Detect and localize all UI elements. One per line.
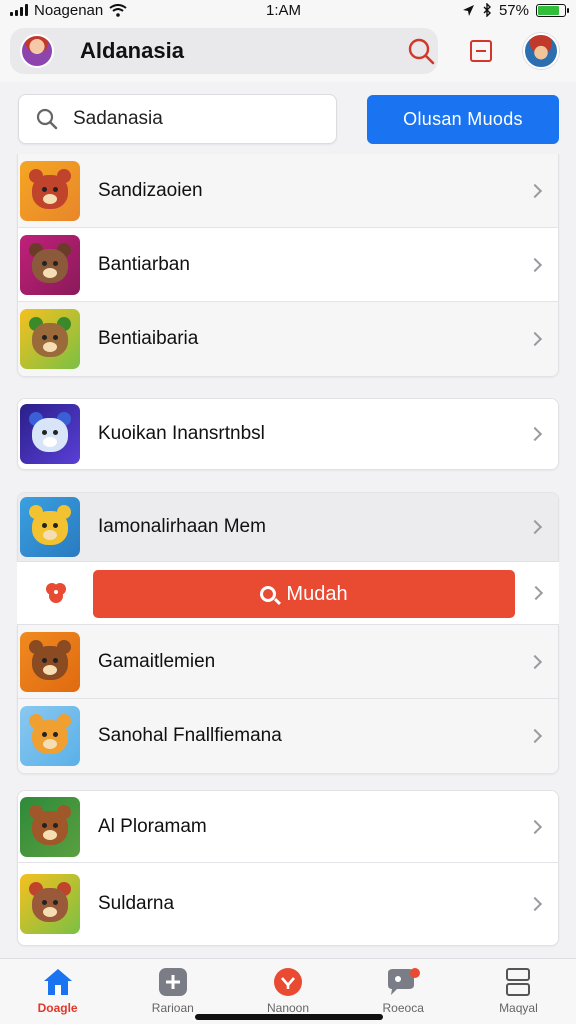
item-thumbnail	[20, 404, 80, 464]
item-thumbnail	[20, 874, 80, 934]
page-title: Aldanasia	[80, 38, 184, 63]
tab-label: Roeoca	[382, 1001, 424, 1015]
list-group-3: Iamonalirhaan Mem	[17, 492, 559, 562]
item-thumbnail	[20, 497, 80, 557]
search-field[interactable]	[18, 94, 337, 144]
app-avatar[interactable]	[20, 34, 54, 68]
item-label: Suldarna	[98, 893, 175, 914]
list-group-5: Al Ploramam Suldarna	[17, 790, 559, 946]
chevron-right-icon	[527, 819, 543, 834]
item-label: Bentiaibaria	[98, 328, 199, 349]
list-item[interactable]: Gamaitlemien	[18, 625, 558, 699]
menu-icon	[506, 968, 531, 996]
profile-avatar[interactable]	[523, 33, 559, 69]
bluetooth-icon	[483, 3, 491, 17]
list-item[interactable]: Bantiarban	[18, 228, 558, 302]
featured-row: Mudah	[17, 562, 559, 624]
item-label: Sandizaoien	[98, 179, 203, 201]
search-icon	[260, 586, 277, 602]
item-thumbnail	[20, 309, 80, 369]
item-label: Iamonalirhaan Mem	[98, 516, 266, 537]
plus-icon	[158, 968, 187, 996]
yum-icon	[274, 968, 302, 996]
tab-home[interactable]: Doagle	[0, 959, 115, 1024]
chevron-right-icon	[527, 183, 543, 198]
item-label: Al Ploramam	[98, 815, 207, 837]
item-thumbnail	[20, 160, 80, 221]
list-item[interactable]: Bentiaibaria	[18, 302, 558, 376]
tab-label: Doagle	[37, 1001, 78, 1015]
chevron-right-icon	[527, 728, 543, 744]
clock: 1:AM	[266, 1, 302, 19]
chevron-right-icon	[527, 426, 543, 442]
tab-label: Nanoon	[266, 1001, 310, 1015]
minimize-icon[interactable]	[470, 40, 492, 62]
search-icon[interactable]	[406, 36, 436, 66]
list-group-1: Sandizaoien Bantiarban Bentiaibaria	[17, 154, 559, 377]
chevron-right-icon	[527, 896, 543, 912]
wifi-icon	[109, 3, 127, 17]
list-item[interactable]: Sandizaoien	[18, 154, 558, 228]
chevron-right-icon	[527, 654, 543, 669]
chevron-right-icon	[527, 519, 543, 535]
status-left: Noagenan	[10, 2, 127, 19]
app-header: Aldanasia	[0, 20, 576, 82]
list-item[interactable]: Sanohal Fnallfiemana	[18, 699, 558, 773]
location-icon	[462, 4, 474, 16]
battery-icon	[536, 3, 569, 17]
list-item[interactable]: Al Ploramam	[18, 791, 558, 863]
primary-button[interactable]: Olusan Muods	[367, 95, 559, 144]
chat-badge-icon	[388, 968, 421, 995]
list-item[interactable]: Kuoikan Inansrtnbsl	[18, 399, 558, 469]
mudah-button-label: Mudah	[286, 582, 348, 605]
chevron-right-icon	[527, 257, 543, 272]
home-indicator	[195, 1014, 383, 1020]
item-label: Gamaitlemien	[98, 650, 216, 672]
tab-menu[interactable]: Maqyal	[461, 959, 576, 1024]
tab-label: Rarioan	[151, 1001, 194, 1015]
list-group-2: Kuoikan Inansrtnbsl	[17, 398, 559, 470]
item-label: Kuoikan Inansrtnbsl	[98, 423, 265, 444]
battery-percent: 57%	[498, 1, 529, 19]
item-thumbnail	[20, 796, 80, 857]
list-item[interactable]: Suldarna	[18, 863, 558, 945]
mudah-button[interactable]: Mudah	[93, 570, 515, 618]
home-icon	[43, 969, 72, 995]
signal-icon	[10, 4, 28, 16]
search-input[interactable]	[73, 108, 313, 130]
chevron-right-icon	[527, 331, 543, 347]
title-bar: Aldanasia	[10, 28, 438, 74]
list-group-4: Gamaitlemien Sanohal Fnallfiemana	[17, 624, 559, 774]
item-thumbnail	[20, 631, 80, 692]
list-item[interactable]: Iamonalirhaan Mem	[18, 493, 558, 561]
item-label: Sanohal Fnallfiemana	[98, 725, 282, 746]
chevron-right-icon	[528, 585, 544, 601]
carrier-name: Noagenan	[34, 1, 104, 19]
tab-label: Maqyal	[499, 1001, 538, 1015]
status-bar: Noagenan 1:AM 57%	[0, 0, 576, 20]
flower-icon	[46, 583, 66, 603]
search-icon	[36, 108, 58, 130]
item-label: Bantiarban	[98, 253, 190, 275]
item-thumbnail	[20, 706, 80, 766]
item-thumbnail	[20, 234, 80, 295]
status-right: 57%	[462, 1, 569, 19]
